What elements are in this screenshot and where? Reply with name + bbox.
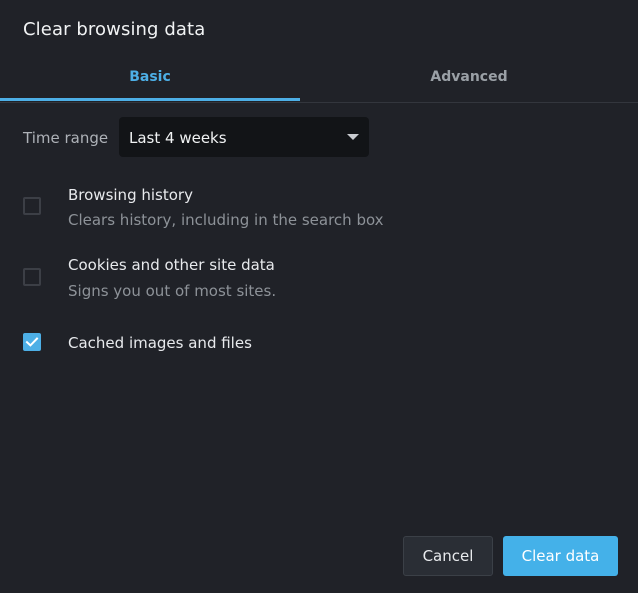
- cached-images-checkbox[interactable]: [23, 333, 41, 351]
- dialog-title: Clear browsing data: [23, 19, 206, 40]
- clear-browsing-data-dialog: Clear browsing data Basic Advanced Time …: [0, 0, 638, 593]
- cookies-subtitle: Signs you out of most sites.: [68, 282, 277, 300]
- cookies-title: Cookies and other site data: [68, 256, 275, 274]
- clear-data-button[interactable]: Clear data: [503, 536, 618, 576]
- browsing-history-subtitle: Clears history, including in the search …: [68, 211, 384, 229]
- dropdown-arrow-icon: [347, 134, 359, 140]
- tab-bar: Basic Advanced: [0, 56, 638, 103]
- cancel-button[interactable]: Cancel: [403, 536, 493, 576]
- time-range-value: Last 4 weeks: [129, 129, 227, 147]
- cached-images-title: Cached images and files: [68, 334, 252, 352]
- active-tab-indicator: [0, 98, 300, 101]
- cookies-checkbox[interactable]: [23, 268, 41, 286]
- tab-basic[interactable]: Basic: [0, 56, 300, 100]
- checkmark-icon: [25, 337, 39, 347]
- time-range-dropdown[interactable]: Last 4 weeks: [119, 117, 369, 157]
- browsing-history-checkbox[interactable]: [23, 197, 41, 215]
- time-range-label: Time range: [23, 129, 109, 147]
- tab-advanced[interactable]: Advanced: [300, 56, 638, 100]
- browsing-history-title: Browsing history: [68, 186, 193, 204]
